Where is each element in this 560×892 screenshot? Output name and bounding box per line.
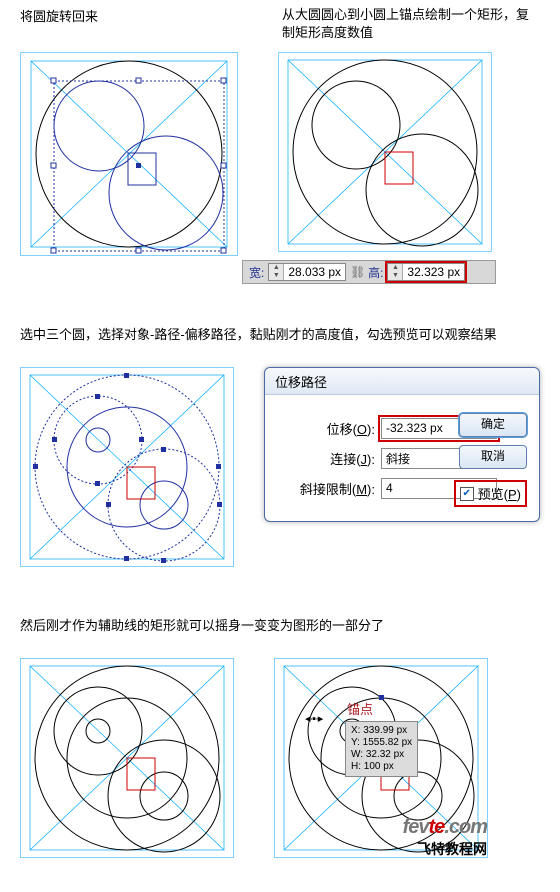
preview-checkbox[interactable]: ✔ [460,487,474,501]
transform-bar: 宽: ▲▼ 28.033 px ⛓ 高: ▲▼ 32.323 px [242,260,496,284]
diagram-offset-preview [20,367,234,567]
offset-label: 位移(O): [265,419,381,438]
join-label: 连接(J): [265,449,381,468]
step1-left-caption: 将圆旋转回来 [20,4,282,33]
height-label: 高: [368,264,383,281]
cancel-button[interactable]: 取消 [459,445,527,469]
link-icon[interactable]: ⛓ [350,265,364,279]
tip-w: W: 32.32 px [351,749,412,761]
tip-x: X: 339.99 px [351,725,412,737]
diagram-result-left [20,658,234,858]
height-field[interactable]: ▲▼ 32.323 px [387,263,465,281]
miter-label: 斜接限制(M): [265,479,381,498]
preview-checkbox-wrap[interactable]: ✔ 预览(P) [454,480,527,507]
width-field[interactable]: ▲▼ 28.033 px [268,263,346,281]
diagram-center-rect [278,52,492,252]
width-label: 宽: [249,264,264,281]
width-value: 28.033 px [284,265,345,279]
anchor-tooltip: X: 339.99 px Y: 1555.82 px W: 32.32 px H… [345,721,418,777]
site-watermark: fevte.com 飞特教程网 [367,816,487,859]
diagram-result-anchor: 锚点 ◂·▪·▸ X: 339.99 px Y: 1555.82 px W: 3… [274,658,488,858]
offset-path-dialog: 位移路径 位移(O): -32.323 px 连接(J): 斜接▾ 斜接限制(M… [264,367,540,522]
step1-right-caption: 从大圆圆心到小圆上锚点绘制一个矩形，复制矩形高度数值 [282,4,540,50]
preview-label: 预览(P) [478,484,521,503]
tip-y: Y: 1555.82 px [351,737,412,749]
width-spinner[interactable]: ▲▼ [269,264,284,280]
step2-caption: 选中三个圆，选择对象-路径-偏移路径，黏贴刚才的高度值，勾选预览可以观察结果 [20,322,540,351]
diagram-rotate-back [20,52,238,256]
dialog-title: 位移路径 [265,368,539,395]
anchor-cursor-icon: ◂·▪·▸ [305,712,322,725]
tip-h: H: 100 px [351,761,412,773]
anchor-label: 锚点 [347,699,373,718]
ok-button[interactable]: 确定 [459,413,527,437]
height-value: 32.323 px [403,265,464,279]
height-spinner[interactable]: ▲▼ [388,264,403,280]
step3-caption: 然后刚才作为辅助线的矩形就可以摇身一变变为图形的一部分了 [20,613,540,642]
